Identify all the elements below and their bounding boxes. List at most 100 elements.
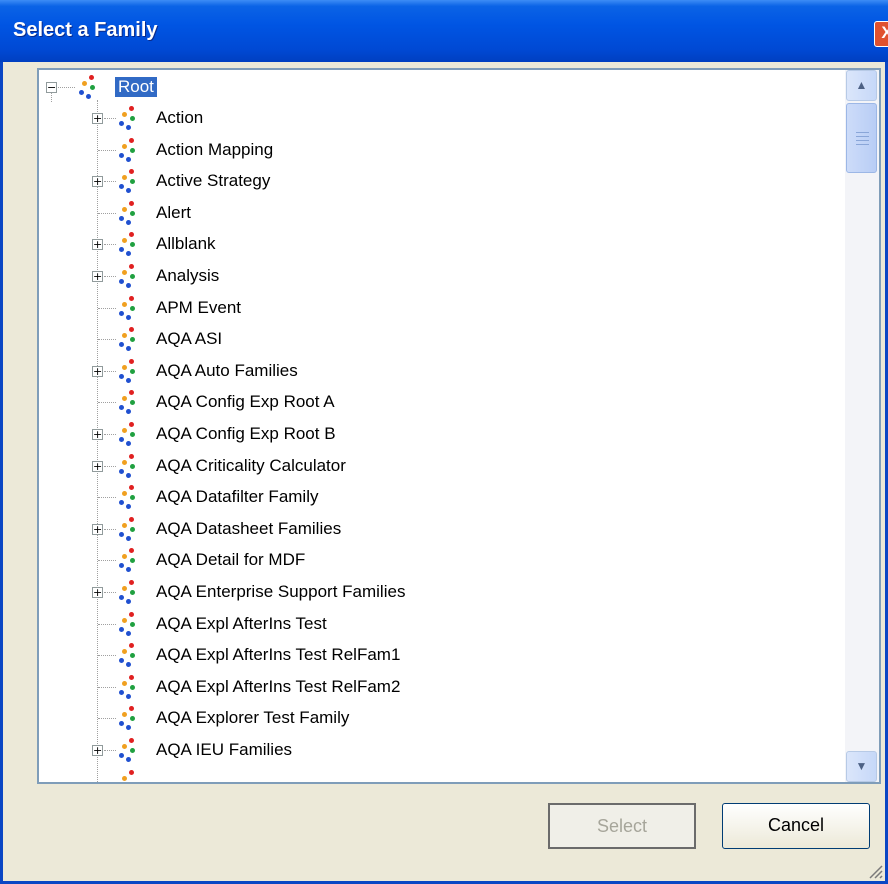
tree-node[interactable]: AQA Expl AfterIns Test RelFam1 (39, 640, 839, 671)
family-icon (116, 295, 140, 321)
tree-node-label: AQA Explorer Test Family (156, 708, 350, 728)
tree-node-label: Action (156, 108, 204, 127)
tree-node[interactable]: APM Event (39, 293, 839, 324)
tree-connector (104, 181, 116, 183)
family-icon (116, 421, 140, 447)
vertical-scrollbar[interactable]: ▲ ▼ (845, 70, 879, 782)
tree-node-label: Active Strategy (156, 171, 271, 191)
tree-connector (104, 244, 116, 246)
cancel-button[interactable]: Cancel (722, 803, 870, 849)
tree-node-label: AQA Detail for MDF (156, 550, 306, 570)
family-icon (116, 389, 140, 415)
family-icon (116, 579, 140, 605)
tree-node-label: AQA ASI (156, 329, 223, 349)
tree-connector (98, 339, 116, 341)
tree-node-label: AQA Datafilter Family (156, 487, 319, 507)
tree-node-label: AQA Expl AfterIns Test (156, 613, 327, 633)
tree-node[interactable]: Alert (39, 198, 839, 229)
resize-grip-icon[interactable] (867, 863, 883, 879)
expand-icon[interactable]: + (92, 523, 103, 535)
tree-node-partial (39, 754, 839, 782)
tree-connector (104, 276, 116, 277)
select-button[interactable]: Select (548, 803, 696, 849)
family-icon (116, 484, 140, 510)
family-icon (116, 358, 140, 384)
expand-icon[interactable]: + (92, 113, 103, 124)
tree-node-label: Action Mapping (156, 139, 274, 159)
tree-node[interactable]: + AQA Auto Families (39, 356, 839, 387)
tree-connector (98, 686, 116, 688)
tree-connector (98, 623, 116, 625)
family-icon (116, 105, 140, 131)
tree-node[interactable]: + Allblank (39, 229, 839, 260)
tree-node-label: AQA Config Exp Root A (156, 392, 335, 412)
family-icon (116, 756, 140, 782)
tree-connector (98, 307, 116, 309)
tree-node-label: Alert (156, 202, 191, 222)
expand-icon[interactable]: + (92, 365, 103, 377)
tree-node[interactable]: + Active Strategy (39, 166, 839, 197)
tree-connector (98, 718, 116, 720)
family-icon (116, 547, 140, 573)
expand-icon[interactable]: + (92, 271, 103, 282)
tree-node[interactable]: + AQA Config Exp Root B (39, 419, 839, 450)
tree-connector (104, 528, 116, 530)
tree-node-label: AQA Config Exp Root B (156, 424, 336, 443)
tree-connector (104, 370, 116, 372)
family-icon (116, 263, 140, 289)
title-bar[interactable]: Select a Family X (0, 0, 888, 62)
scroll-up-button[interactable]: ▲ (846, 70, 877, 101)
scroll-thumb[interactable] (846, 103, 877, 173)
tree-node-label: AQA Expl AfterIns Test RelFam2 (156, 676, 401, 696)
family-icon (116, 200, 140, 226)
tree-node-root[interactable]: − Root (39, 72, 839, 103)
tree-node[interactable]: Action Mapping (39, 135, 839, 166)
expand-icon[interactable]: + (92, 460, 103, 472)
family-icon (116, 168, 140, 194)
family-icon (116, 137, 140, 163)
tree-node[interactable]: AQA Expl AfterIns Test RelFam2 (39, 672, 839, 703)
tree-node-label: Root (115, 77, 157, 97)
family-icon (76, 74, 100, 100)
tree-connector (98, 212, 116, 214)
tree-connector (98, 497, 116, 499)
tree-node[interactable]: + Action (39, 103, 839, 134)
select-family-dialog: Select a Family X − Root + Action Action M… (0, 0, 888, 884)
tree-node[interactable]: + AQA Datasheet Families (39, 514, 839, 545)
tree-node-label: AQA Auto Families (156, 360, 298, 380)
tree-connector (104, 118, 116, 119)
tree-node-label: Analysis (156, 266, 220, 285)
tree-node[interactable]: AQA ASI (39, 324, 839, 355)
tree-connector (98, 149, 116, 151)
tree-connector (104, 750, 116, 751)
tree-node[interactable]: + AQA Criticality Calculator (39, 451, 839, 482)
tree-connector (104, 465, 116, 467)
tree-node[interactable]: AQA Detail for MDF (39, 545, 839, 576)
tree-node[interactable]: AQA Explorer Test Family (39, 703, 839, 734)
tree-node[interactable]: AQA Config Exp Root A (39, 387, 839, 418)
tree-node-label: AQA Expl AfterIns Test RelFam1 (156, 645, 401, 665)
tree-node-label: Allblank (156, 234, 216, 254)
family-icon (116, 642, 140, 668)
family-icon (116, 611, 140, 637)
expand-icon[interactable]: + (92, 239, 103, 251)
expand-icon[interactable]: + (92, 587, 103, 598)
collapse-icon[interactable]: − (46, 82, 57, 93)
expand-icon[interactable]: + (92, 429, 103, 440)
tree-node-label: APM Event (156, 297, 242, 317)
family-tree[interactable]: − Root + Action Action Mapping + Active Stra… (37, 68, 881, 784)
tree-node[interactable]: AQA Datafilter Family (39, 482, 839, 513)
tree-node[interactable]: AQA Expl AfterIns Test (39, 609, 839, 640)
tree-node-label: AQA Datasheet Families (156, 518, 342, 538)
family-icon (116, 453, 140, 479)
close-button[interactable]: X (874, 21, 888, 47)
scroll-down-button[interactable]: ▼ (846, 751, 877, 782)
family-icon (116, 516, 140, 542)
tree-node[interactable]: + AQA Enterprise Support Families (39, 577, 839, 608)
tree-node[interactable]: + Analysis (39, 261, 839, 292)
tree-node-label: AQA Criticality Calculator (156, 455, 346, 475)
expand-icon[interactable]: + (92, 176, 103, 188)
tree-connector (58, 87, 75, 88)
family-icon (116, 326, 140, 352)
family-icon (116, 674, 140, 700)
